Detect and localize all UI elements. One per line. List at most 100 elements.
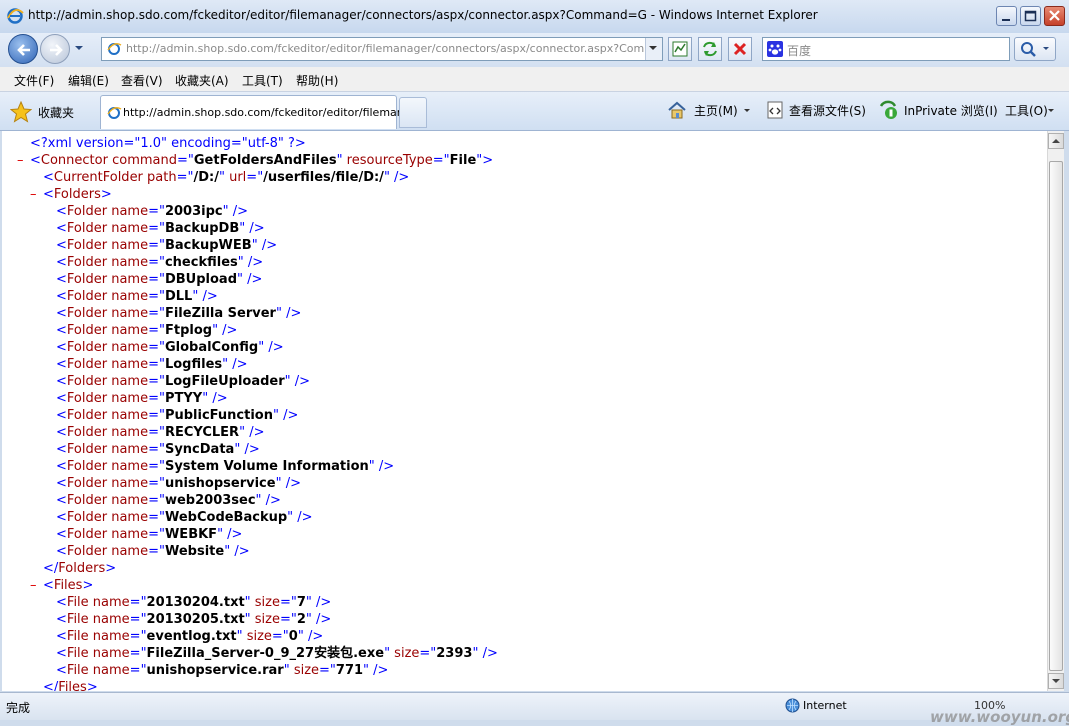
collapse-toggle[interactable]: – xyxy=(30,186,37,203)
files-close-tag: </Files> xyxy=(43,680,98,691)
title-bar: http://admin.shop.sdo.com/fckeditor/edit… xyxy=(0,0,1069,34)
forward-button[interactable] xyxy=(40,34,70,64)
chevron-down-icon xyxy=(649,46,657,50)
folder-entry: <Folder name="Logfiles" /> xyxy=(56,357,248,372)
folders-close-tag: </Folders> xyxy=(43,561,117,576)
stop-icon xyxy=(733,42,747,56)
forward-arrow-icon xyxy=(50,44,63,56)
watermark: www.wooyun.org xyxy=(930,708,1069,726)
view-source-icon[interactable] xyxy=(765,100,785,120)
minimize-button[interactable] xyxy=(996,6,1017,26)
folder-entry: <Folder name="SyncData" /> xyxy=(56,442,260,457)
collapse-toggle[interactable]: – xyxy=(17,152,24,169)
folder-entry: <Folder name="LogFileUploader" /> xyxy=(56,374,311,389)
home-button[interactable]: 主页(M) xyxy=(694,102,738,119)
view-source-button[interactable]: 查看源文件(S) xyxy=(789,102,866,119)
vertical-scrollbar[interactable] xyxy=(1047,131,1064,691)
address-input[interactable]: http://admin.shop.sdo.com/fckeditor/edit… xyxy=(126,42,644,55)
folder-entry: <Folder name="PublicFunction" /> xyxy=(56,408,299,423)
file-entry: <File name="20130205.txt" size="2" /> xyxy=(56,612,332,627)
home-icon[interactable] xyxy=(667,100,687,120)
favorites-label: 收藏夹 xyxy=(38,106,75,120)
folder-entry: <Folder name="BackupDB" /> xyxy=(56,221,265,236)
tab-bar: 收藏夹 http://admin.shop.sdo.com/fckeditor/… xyxy=(0,92,1069,131)
tab-title: http://admin.shop.sdo.com/fckeditor/edit… xyxy=(123,106,428,119)
address-bar[interactable]: http://admin.shop.sdo.com/fckeditor/edit… xyxy=(101,37,663,61)
folders-open-tag[interactable]: – <Folders> xyxy=(30,186,112,203)
folder-entry: <Folder name="BackupWEB" /> xyxy=(56,238,278,253)
current-folder-tag: <CurrentFolder path="/D:/" url="/userfil… xyxy=(43,170,410,185)
baidu-icon xyxy=(767,41,783,57)
menu-file[interactable]: 文件(F) xyxy=(14,72,54,89)
chevron-up-icon xyxy=(1052,139,1060,143)
file-entry: <File name="eventlog.txt" size="0" /> xyxy=(56,629,324,644)
menu-favorites[interactable]: 收藏夹(A) xyxy=(175,72,229,89)
new-tab-button[interactable] xyxy=(399,97,427,128)
scrollbar-thumb[interactable] xyxy=(1049,161,1063,671)
scroll-down-button[interactable] xyxy=(1048,673,1064,689)
folder-entry: <Folder name="DLL" /> xyxy=(56,289,218,304)
window-title: http://admin.shop.sdo.com/fckeditor/edit… xyxy=(28,8,818,22)
menu-edit[interactable]: 编辑(E) xyxy=(68,72,109,89)
file-entry: <File name="20130204.txt" size="7" /> xyxy=(56,595,332,610)
ie-logo-icon xyxy=(7,8,24,24)
folder-entry: <Folder name="WEBKF" /> xyxy=(56,527,243,542)
maximize-button[interactable] xyxy=(1020,6,1041,26)
inprivate-icon[interactable] xyxy=(878,100,898,120)
menu-help[interactable]: 帮助(H) xyxy=(296,72,338,89)
address-dropdown-button[interactable] xyxy=(645,38,662,60)
zone-label: Internet xyxy=(803,699,847,712)
status-text: 完成 xyxy=(6,701,31,715)
chevron-down-icon[interactable] xyxy=(742,106,752,116)
menu-view[interactable]: 查看(V) xyxy=(121,72,163,89)
folder-entry: <Folder name="Website" /> xyxy=(56,544,250,559)
back-arrow-icon xyxy=(17,44,30,56)
page-icon xyxy=(107,107,122,119)
search-button[interactable] xyxy=(1014,37,1056,61)
folder-entry: <Folder name="DBUpload" /> xyxy=(56,272,263,287)
tab-current[interactable]: http://admin.shop.sdo.com/fckeditor/edit… xyxy=(100,95,428,129)
inprivate-button[interactable]: InPrivate 浏览(I) xyxy=(904,102,998,119)
connector-open-tag[interactable]: – <Connector command="GetFoldersAndFiles"… xyxy=(17,152,493,169)
folder-entry: <Folder name="Ftplog" /> xyxy=(56,323,238,338)
search-box[interactable]: 百度 xyxy=(762,37,1010,61)
back-button[interactable] xyxy=(8,34,38,64)
close-icon xyxy=(1049,10,1060,21)
folder-entry: <Folder name="web2003sec" /> xyxy=(56,493,281,508)
maximize-icon xyxy=(1024,10,1037,22)
navigation-bar: http://admin.shop.sdo.com/fckeditor/edit… xyxy=(0,33,1069,67)
folder-entry: <Folder name="RECYCLER" /> xyxy=(56,425,265,440)
compatibility-view-button[interactable] xyxy=(668,37,692,61)
collapse-toggle[interactable]: – xyxy=(30,577,37,594)
folder-entry: <Folder name="checkfiles" /> xyxy=(56,255,264,270)
chevron-down-icon xyxy=(1052,679,1060,683)
folder-entry: <Folder name="FileZilla Server" /> xyxy=(56,306,302,321)
files-open-tag[interactable]: – <Files> xyxy=(30,577,93,594)
folder-entry: <Folder name="WebCodeBackup" /> xyxy=(56,510,313,525)
file-entry: <File name="FileZilla_Server-0_9_27安装包.e… xyxy=(56,646,498,661)
menu-bar: 文件(F) 编辑(E) 查看(V) 收藏夹(A) 工具(T) 帮助(H) xyxy=(0,67,1069,92)
refresh-button[interactable] xyxy=(698,37,722,61)
folder-entry: <Folder name="GlobalConfig" /> xyxy=(56,340,284,355)
refresh-icon xyxy=(703,41,717,57)
search-input[interactable]: 百度 xyxy=(787,42,811,59)
stop-button[interactable] xyxy=(728,37,752,61)
recent-pages-dropdown-icon[interactable] xyxy=(74,43,84,53)
search-icon xyxy=(1021,42,1049,57)
scroll-up-button[interactable] xyxy=(1048,133,1064,149)
minimize-icon xyxy=(1002,19,1010,21)
status-bar: 完成 Internet 100% xyxy=(0,692,1069,720)
file-entry: <File name="unishopservice.rar" size="77… xyxy=(56,663,389,678)
star-icon xyxy=(10,101,32,123)
folder-entry: <Folder name="PTYY" /> xyxy=(56,391,228,406)
menu-tools[interactable]: 工具(T) xyxy=(242,72,283,89)
globe-icon xyxy=(785,698,800,713)
tools-button[interactable]: 工具(O) xyxy=(1005,102,1048,119)
chevron-down-icon[interactable] xyxy=(1046,106,1056,116)
xml-declaration: <?xml version="1.0" encoding="utf-8" ?> xyxy=(30,136,306,151)
xml-document-view: <?xml version="1.0" encoding="utf-8" ?> –… xyxy=(2,131,1047,691)
folder-entry: <Folder name="System Volume Information"… xyxy=(56,459,395,474)
page-icon xyxy=(107,43,122,55)
close-button[interactable] xyxy=(1044,6,1065,26)
folder-entry: <Folder name="unishopservice" /> xyxy=(56,476,301,491)
